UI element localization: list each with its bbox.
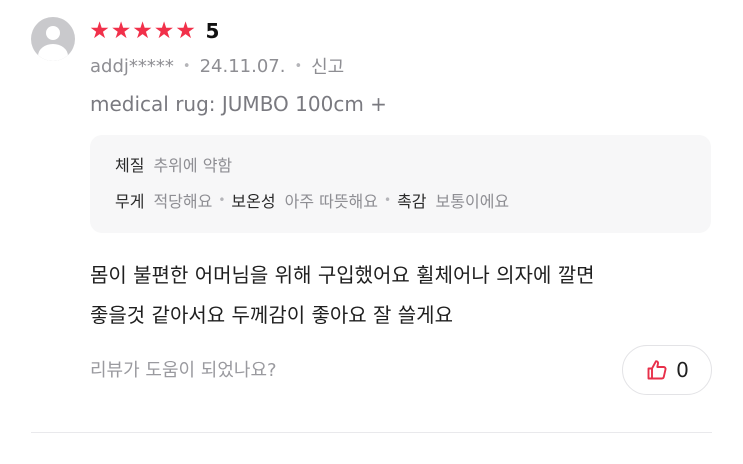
author-name: addj***** [90, 55, 174, 77]
attribute-value: 적당해요 [153, 192, 213, 211]
report-link[interactable]: 신고 [311, 53, 344, 79]
attribute-separator: • [384, 193, 392, 207]
attribute-value: 보통이에요 [435, 192, 510, 211]
attribute-line: 체질 추위에 약함 [115, 151, 232, 177]
attribute-line: 무게 적당해요 • 보온성 아주 따뜻해요 • 촉감 보통이에요 [115, 187, 509, 213]
star-icon: ★ [132, 17, 153, 44]
helpful-question: 리뷰가 도움이 되었나요? [90, 360, 277, 381]
attribute-key: 체질 [115, 156, 145, 175]
star-icon: ★ [153, 17, 175, 44]
star-icon: ★ [175, 17, 196, 44]
review-body-line: 좋을것 같아서요 두께감이 좋아요 잘 쓸게요 [90, 303, 453, 327]
attribute-separator: • [218, 193, 226, 207]
review-date: 24.11.07. [199, 55, 286, 77]
attribute-value: 아주 따뜻해요 [284, 192, 378, 211]
review-divider [31, 432, 712, 433]
avatar-head [46, 26, 60, 40]
meta-separator: • [294, 58, 303, 74]
like-count: 0 [676, 358, 689, 382]
attribute-key: 무게 [115, 192, 145, 211]
attribute-box: 체질 추위에 약함 무게 적당해요 • 보온성 아주 따뜻해요 • 촉감 보통이… [90, 135, 711, 233]
like-button[interactable]: 0 [622, 345, 712, 395]
rating-row: ★ ★ ★ ★ ★ 5 [89, 16, 219, 46]
meta-separator: • [182, 58, 191, 74]
attribute-value: 추위에 약함 [153, 156, 233, 175]
attribute-key: 촉감 [397, 192, 427, 211]
review-body-line: 몸이 불편한 어머님을 위해 구입했어요 휠체어나 의자에 깔면 [90, 263, 595, 287]
reviewer-avatar [31, 17, 75, 61]
review-body: 몸이 불편한 어머님을 위해 구입했어요 휠체어나 의자에 깔면 좋을것 같아서… [90, 255, 710, 335]
star-icon: ★ [110, 17, 132, 44]
review-meta: addj***** • 24.11.07. • 신고 [90, 53, 344, 79]
thumbs-up-icon [647, 360, 667, 380]
star-icon: ★ [89, 17, 110, 44]
avatar-body [38, 44, 68, 61]
rating-value: 5 [205, 19, 220, 43]
star-rating: ★ ★ ★ ★ ★ [89, 17, 197, 44]
product-option: medical rug: JUMBO 100cm + [90, 92, 387, 116]
attribute-key: 보온성 [231, 192, 276, 211]
